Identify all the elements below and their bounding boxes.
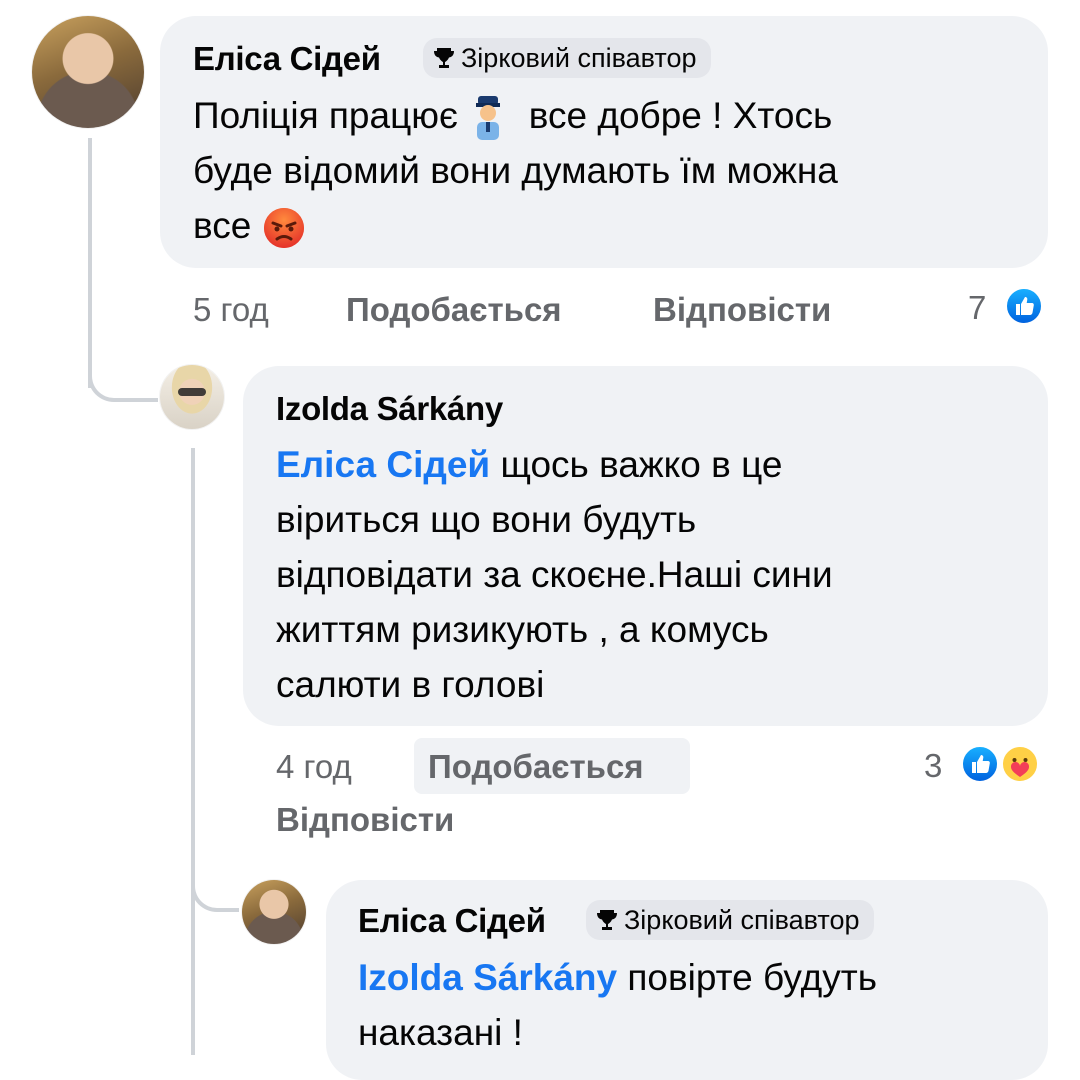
top-fan-badge: Зірковий співавтор xyxy=(423,38,711,78)
comment-text-line: салюти в голові xyxy=(276,664,545,705)
mention-link[interactable]: Izolda Sárkány xyxy=(358,957,617,998)
comment-text-line: буде відомий вони думають їм можна xyxy=(193,150,838,191)
comment-author[interactable]: Izolda Sárkány xyxy=(276,390,503,428)
comment-text-line: все xyxy=(193,205,252,246)
comment-text: Izolda Sárkány повірте будуть наказані ! xyxy=(358,950,1028,1060)
thread-line xyxy=(88,138,92,388)
like-button[interactable]: Подобається xyxy=(346,290,562,330)
comment-author[interactable]: Еліса Сідей xyxy=(358,902,546,940)
avatar[interactable] xyxy=(160,365,224,429)
comment-text-line: все добре ! Хтось xyxy=(528,95,833,136)
reaction-count[interactable]: 3 xyxy=(924,746,942,786)
thread-line-curve xyxy=(191,880,239,912)
top-fan-badge: Зірковий співавтор xyxy=(586,900,874,940)
avatar[interactable] xyxy=(242,880,306,944)
like-button[interactable]: Подобається xyxy=(428,747,644,787)
police-officer-emoji xyxy=(476,96,501,141)
comment-time[interactable]: 4 год xyxy=(276,747,352,787)
care-icon xyxy=(1000,744,1040,784)
reply-button[interactable]: Відповісти xyxy=(653,290,831,330)
comment-text: Поліція працює все добре ! Хтось буде ві… xyxy=(193,88,1023,253)
avatar[interactable] xyxy=(32,16,144,128)
mention-link[interactable]: Еліса Сідей xyxy=(276,444,490,485)
thread-line xyxy=(191,448,195,1055)
comment-text-line: Поліція працює xyxy=(193,95,458,136)
comment-author[interactable]: Еліса Сідей xyxy=(193,40,381,78)
trophy-icon xyxy=(597,910,617,930)
angry-face-emoji xyxy=(263,208,304,249)
comment-text-line: відповідати за скоєне.Наші сини xyxy=(276,554,833,595)
thread-line-curve xyxy=(88,372,158,402)
like-icon xyxy=(960,744,1000,784)
trophy-icon xyxy=(434,48,454,68)
comment-text-line: щось важко в це xyxy=(500,444,783,485)
comment-text: Еліса Сідей щось важко в це віриться що … xyxy=(276,437,1026,712)
badge-label: Зірковий співавтор xyxy=(461,42,697,73)
reply-button[interactable]: Відповісти xyxy=(276,800,454,840)
reaction-count[interactable]: 7 xyxy=(968,288,986,328)
comment-text-line: повірте будуть xyxy=(627,957,877,998)
badge-label: Зірковий співавтор xyxy=(624,904,860,935)
comment-text-line: наказані ! xyxy=(358,1012,523,1053)
comment-time[interactable]: 5 год xyxy=(193,290,269,330)
comment-text-line: віриться що вони будуть xyxy=(276,499,697,540)
like-icon xyxy=(1004,286,1044,326)
comment-text-line: життям ризикують , а комусь xyxy=(276,609,769,650)
